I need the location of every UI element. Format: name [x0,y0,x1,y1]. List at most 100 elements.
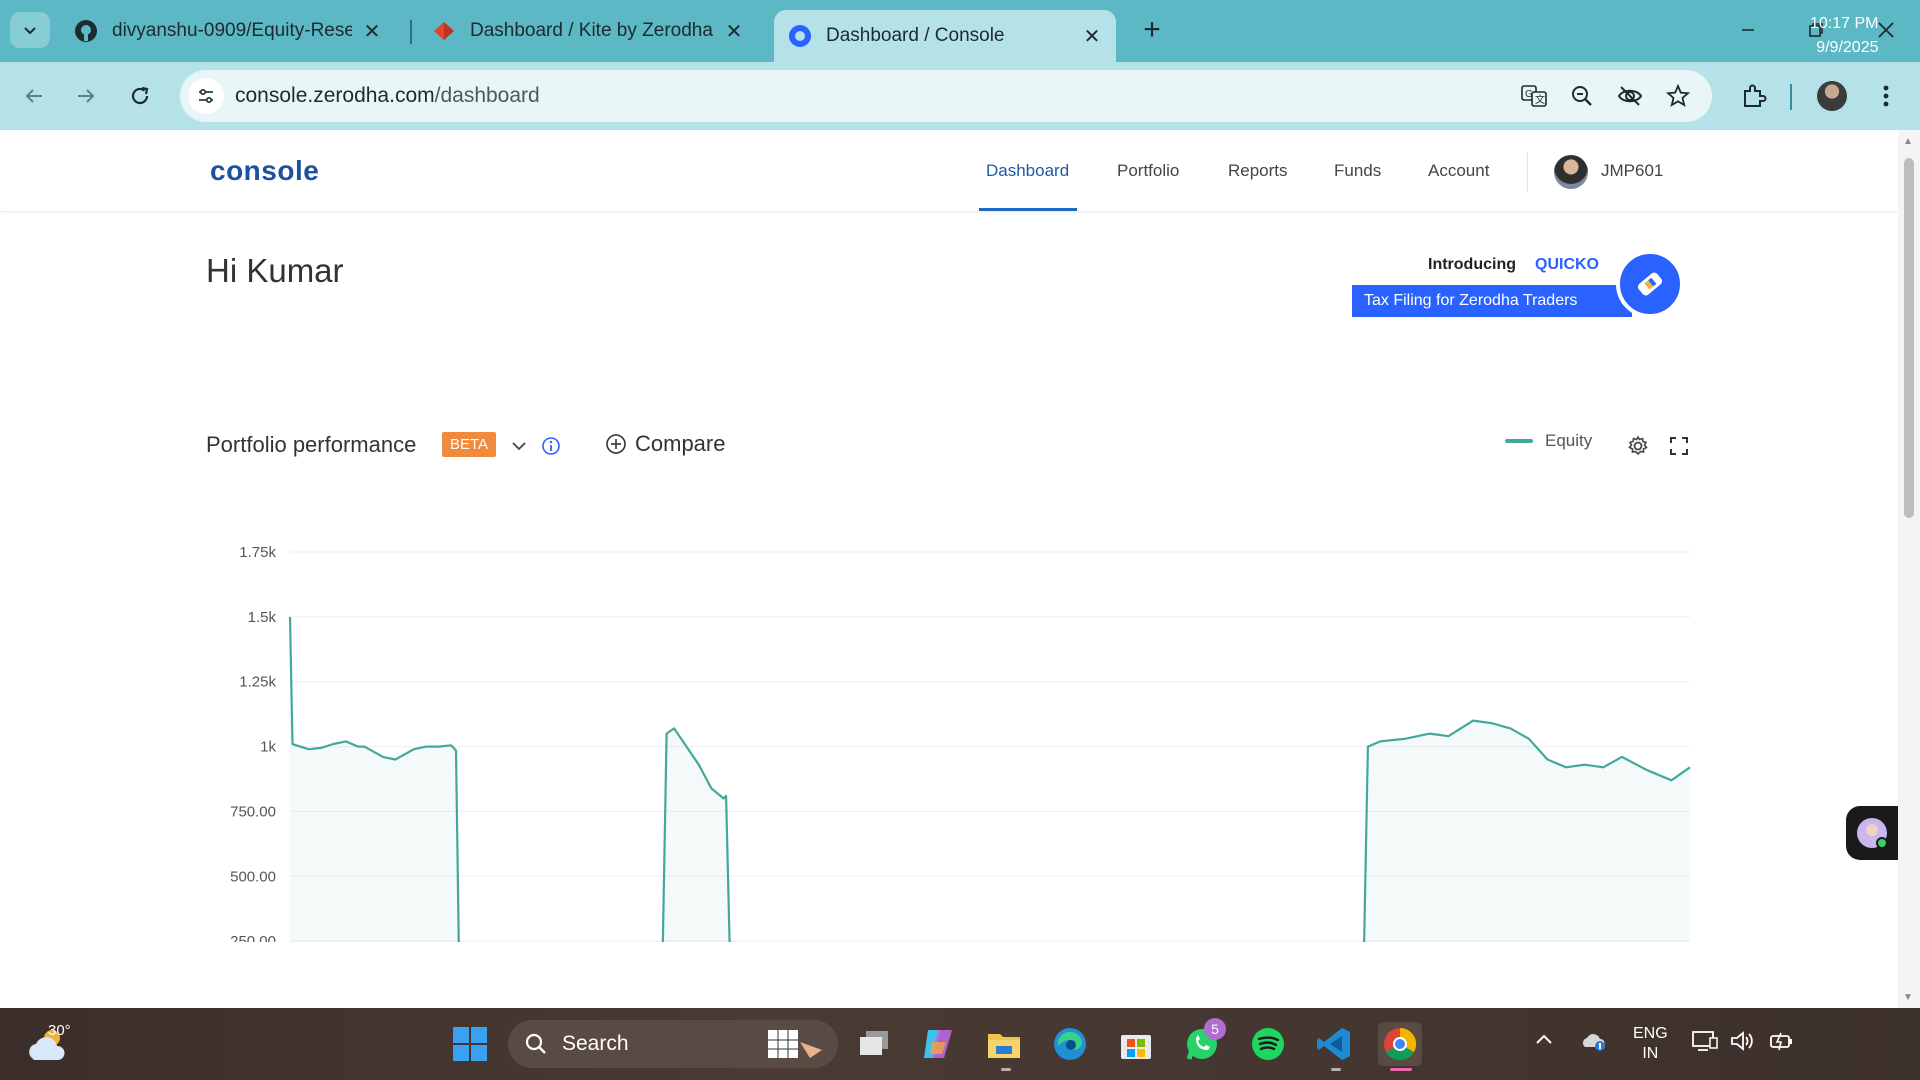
windows-taskbar: 30° Search [0,1008,1920,1080]
system-clock[interactable]: 10:17 PM 9/9/2025 [1810,12,1878,60]
console-logo[interactable]: console [210,155,319,187]
tab-search-button[interactable] [10,12,50,48]
portfolio-performance-title: Portfolio performance [206,432,417,457]
url-host: console.zerodha.com [235,84,435,107]
spotify-icon[interactable] [1246,1022,1290,1066]
toolbar-separator [1790,84,1792,110]
menu-kebab-icon[interactable] [1866,76,1906,116]
chevron-down-icon [24,27,36,35]
tab-title: Dashboard / Console [826,25,1005,46]
legend-label: Equity [1545,431,1593,450]
beta-badge: BETA [442,432,497,457]
clock-date: 9/9/2025 [1816,39,1879,56]
nav-portfolio[interactable]: Portfolio [1117,161,1179,181]
windows-start-icon[interactable] [448,1022,492,1066]
volume-icon[interactable] [1730,1030,1756,1057]
search-highlight-icon [768,1030,822,1058]
url-path: /dashboard [434,84,540,107]
equity-area-fill [290,616,1690,942]
promo-banner[interactable]: Tax Filing for Zerodha Traders [1352,285,1632,317]
address-bar[interactable]: console.zerodha.com/dashboard G文 [180,70,1712,122]
search-placeholder: Search [562,1032,629,1055]
battery-icon[interactable] [1768,1030,1794,1057]
tab-github[interactable]: divyanshu-0909/Equity-Researc ✕ [60,10,396,52]
quicko-badge-icon[interactable] [1616,250,1684,318]
language-indicator[interactable]: ENG IN [1633,1024,1668,1064]
bookmark-star-icon[interactable] [1662,80,1694,112]
tab-title: divyanshu-0909/Equity-Researc [112,20,352,41]
scroll-down-icon[interactable]: ▼ [1903,992,1915,1003]
whatsapp-notification-badge: 5 [1204,1018,1226,1040]
nav-funds[interactable]: Funds [1334,161,1381,181]
extensions-icon[interactable] [1734,76,1774,116]
tab-kite[interactable]: Dashboard / Kite by Zerodha ✕ [418,10,758,52]
forward-icon[interactable] [66,76,106,116]
browser-tab-strip: divyanshu-0909/Equity-Researc ✕ Dashboar… [0,0,1920,62]
search-icon [525,1033,546,1054]
zoom-icon[interactable] [1566,80,1598,112]
display-icon[interactable] [1692,1030,1718,1057]
legend-swatch [1505,439,1533,443]
floating-assistant-button[interactable] [1846,806,1898,860]
tray-overflow-icon[interactable] [1534,1030,1554,1055]
y-tick-label: 1.5k [248,609,277,626]
portfolio-performance-chart: 0.00250.00500.00750.001k1.25k1.5k1.75k O… [230,544,1691,942]
microsoft-store-icon[interactable] [1114,1022,1158,1066]
promo-brand[interactable]: QUICKO [1535,256,1599,274]
reload-icon[interactable] [120,76,160,116]
compare-label: Compare [635,431,726,456]
kite-icon [432,19,456,43]
file-explorer-icon[interactable] [982,1022,1026,1066]
chrome-icon[interactable] [1378,1022,1422,1066]
task-view-icon[interactable] [852,1022,896,1066]
close-tab-icon[interactable]: ✕ [1082,26,1102,48]
user-avatar[interactable] [1554,155,1588,189]
nav-dashboard[interactable]: Dashboard [986,161,1069,181]
info-icon[interactable] [540,435,562,457]
svg-text:G: G [1525,89,1533,100]
minimize-icon[interactable] [1724,10,1772,50]
promo-intro[interactable]: Introducing [1428,256,1516,274]
onedrive-icon[interactable] [1580,1030,1606,1057]
clock-time: 10:17 PM [1810,15,1879,32]
copilot-icon[interactable] [916,1022,960,1066]
profile-avatar[interactable] [1812,76,1852,116]
settings-gear-icon[interactable] [1625,433,1651,459]
running-indicator [1001,1068,1011,1071]
weather-temperature: 30° [48,1022,71,1039]
page-content: console Dashboard Portfolio Reports Fund… [0,130,1898,1008]
app-header: console Dashboard Portfolio Reports Fund… [0,130,1898,212]
github-icon [74,19,98,43]
assistant-avatar-icon [1857,818,1888,849]
site-info-icon[interactable] [188,78,224,114]
close-tab-icon[interactable]: ✕ [362,21,382,43]
url-text[interactable]: console.zerodha.com/dashboard [235,84,540,108]
tab-console[interactable]: Dashboard / Console ✕ [774,10,1116,62]
chart-legend[interactable]: Equity [1505,431,1592,451]
y-tick-label: 1k [260,739,276,756]
active-app-indicator [1390,1068,1412,1071]
chart-area-series [288,616,1691,942]
active-nav-indicator [979,208,1077,211]
eye-hidden-icon[interactable] [1614,80,1646,112]
new-tab-icon[interactable]: + [1136,13,1168,46]
y-tick-label: 1.75k [239,544,276,561]
back-icon[interactable] [14,76,54,116]
page-scrollbar[interactable]: ▲ ▼ [1898,130,1920,1008]
taskbar-search[interactable]: Search [508,1020,838,1068]
scroll-up-icon[interactable]: ▲ [1903,136,1915,147]
nav-reports[interactable]: Reports [1228,161,1288,181]
fullscreen-icon[interactable] [1666,433,1692,459]
nav-account[interactable]: Account [1428,161,1489,181]
close-tab-icon[interactable]: ✕ [724,21,744,43]
translate-icon[interactable]: G文 [1518,80,1550,112]
browser-toolbar: console.zerodha.com/dashboard G文 [0,62,1920,130]
y-tick-label: 1.25k [239,674,276,691]
edge-icon[interactable] [1048,1022,1092,1066]
scroll-thumb[interactable] [1904,158,1914,518]
user-id[interactable]: JMP601 [1601,161,1663,181]
vscode-icon[interactable] [1312,1022,1356,1066]
compare-button[interactable]: Compare [605,431,725,457]
tab-separator [410,20,412,44]
chevron-down-icon[interactable] [508,435,530,457]
